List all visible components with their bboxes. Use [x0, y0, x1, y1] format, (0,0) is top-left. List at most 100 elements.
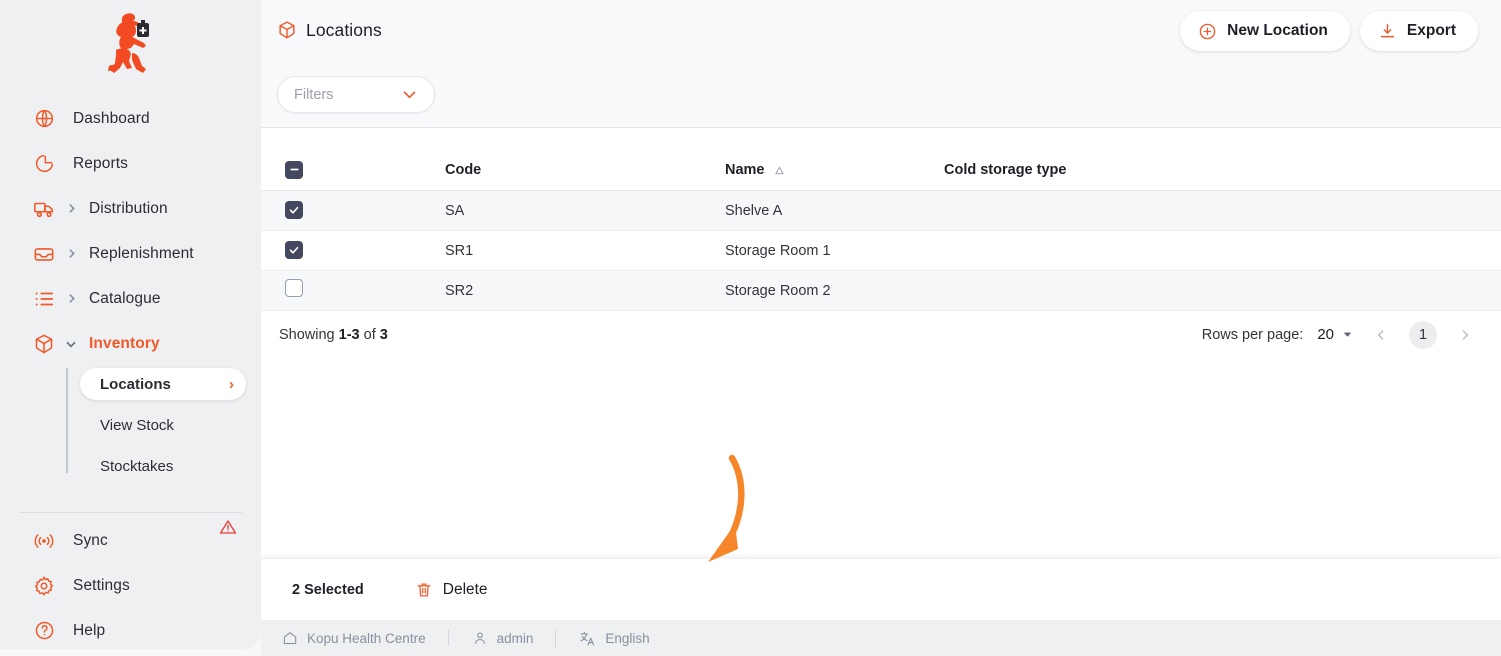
status-footer: Kopu Health Centre admin English [261, 620, 1501, 656]
sidebar-item-view-stock[interactable]: View Stock [80, 409, 246, 441]
row-checkbox[interactable] [285, 279, 303, 297]
sidebar-item-label: Reports [73, 154, 128, 172]
footer-language[interactable]: English [555, 629, 671, 647]
sidebar-item-label: Catalogue [89, 289, 161, 307]
sidebar-item-label: Dashboard [73, 109, 150, 127]
page-title: Locations [306, 19, 382, 40]
table-row[interactable]: SR1 Storage Room 1 [261, 231, 1501, 271]
sidebar-divider [19, 512, 242, 513]
gear-icon [32, 574, 56, 598]
select-all-cell [261, 160, 445, 191]
inbox-icon [32, 242, 56, 266]
rows-per-page-label: Rows per page: [1201, 326, 1304, 343]
column-label: Name [725, 162, 765, 178]
new-location-button[interactable]: New Location [1180, 11, 1350, 51]
pagination-bar: Showing 1-3 of 3 Rows per page: 20 1 [261, 311, 1501, 358]
delete-button[interactable]: Delete [415, 581, 488, 599]
chevron-right-icon [63, 292, 79, 305]
rows-per-page-select[interactable]: 20 [1317, 326, 1353, 343]
column-label: Code [445, 162, 482, 178]
chevron-down-icon [63, 337, 79, 351]
selection-action-bar: 2 Selected Delete [261, 559, 1501, 620]
inventory-submenu: Locations › View Stock Stocktakes [0, 368, 261, 482]
sidebar-item-label: Stocktakes [100, 457, 174, 475]
footer-store[interactable]: Kopu Health Centre [282, 630, 448, 646]
box-icon [277, 20, 297, 40]
sidebar-item-sync[interactable]: Sync [0, 518, 261, 563]
footer-store-label: Kopu Health Centre [307, 630, 426, 646]
sidebar-item-help[interactable]: Help [0, 608, 261, 653]
header-actions: New Location Export [1180, 11, 1478, 51]
showing-prefix: Showing [279, 326, 335, 343]
cell-code: SR1 [445, 242, 474, 259]
annotation-arrow [708, 454, 745, 562]
submenu-rail [66, 368, 68, 473]
chevron-right-icon [63, 247, 79, 260]
question-circle-icon [32, 619, 56, 643]
chevron-right-icon [63, 202, 79, 215]
row-select-cell [261, 240, 445, 261]
sidebar-item-inventory[interactable]: Inventory [0, 321, 261, 366]
app-logo [0, 0, 261, 86]
sidebar-item-label: Distribution [89, 199, 168, 217]
sidebar-item-label: View Stock [100, 416, 174, 434]
column-header-code[interactable]: Code [445, 162, 725, 190]
sidebar-item-reports[interactable]: Reports [0, 141, 261, 186]
list-icon [32, 287, 56, 311]
table-row[interactable]: SA Shelve A [261, 191, 1501, 231]
cell-name: Storage Room 2 [725, 282, 831, 299]
selected-count-label: 2 Selected [292, 581, 364, 598]
sidebar-item-label: Help [73, 621, 106, 639]
pie-chart-icon [32, 152, 56, 176]
globe-icon [32, 107, 56, 131]
footer-language-label: English [605, 630, 650, 646]
cell-name: Storage Room 1 [725, 242, 831, 259]
sort-ascending-icon [774, 165, 785, 176]
translate-icon [579, 630, 596, 647]
filters-dropdown[interactable]: Filters [277, 76, 435, 113]
showing-total: 3 [379, 326, 388, 343]
sidebar-item-distribution[interactable]: Distribution [0, 186, 261, 231]
export-button[interactable]: Export [1359, 11, 1478, 51]
filters-row: Filters [277, 76, 435, 113]
row-select-cell [261, 200, 445, 221]
truck-icon [32, 197, 56, 221]
column-header-name[interactable]: Name [725, 162, 944, 190]
sidebar-item-stocktakes[interactable]: Stocktakes [80, 450, 246, 482]
next-page-button[interactable] [1451, 321, 1479, 349]
sidebar-item-label: Settings [73, 576, 130, 594]
sidebar-item-label: Locations [100, 375, 171, 393]
cell-code: SA [445, 202, 465, 219]
rows-per-page-value: 20 [1317, 326, 1334, 343]
column-label: Cold storage type [944, 162, 1067, 178]
sidebar: Dashboard Reports Distribution Replenish… [0, 0, 261, 649]
plus-circle-icon [1198, 22, 1217, 41]
page-header: Locations New Location Export Filters [261, 0, 1501, 128]
row-checkbox[interactable] [285, 240, 303, 259]
page-number-1[interactable]: 1 [1409, 320, 1437, 349]
sidebar-item-dashboard[interactable]: Dashboard [0, 96, 261, 141]
sidebar-item-label: Replenishment [89, 244, 194, 262]
running-pharmacist-logo [107, 13, 149, 73]
trash-icon [415, 581, 433, 599]
sidebar-item-settings[interactable]: Settings [0, 563, 261, 608]
row-checkbox[interactable] [285, 200, 303, 219]
sidebar-item-catalogue[interactable]: Catalogue [0, 276, 261, 321]
download-icon [1378, 22, 1397, 41]
pagination-controls: Rows per page: 20 1 [1201, 320, 1501, 349]
select-all-checkbox[interactable] [285, 160, 303, 179]
footer-user[interactable]: admin [447, 630, 556, 646]
column-header-cold-storage-type[interactable]: Cold storage type [944, 162, 1501, 190]
sidebar-item-replenishment[interactable]: Replenishment [0, 231, 261, 276]
filters-label: Filters [294, 86, 334, 103]
chevron-down-icon [401, 86, 418, 103]
prev-page-button[interactable] [1367, 321, 1395, 349]
main-content: Locations New Location Export Filters Co… [261, 0, 1501, 656]
broadcast-icon [32, 529, 56, 553]
table-row[interactable]: SR2 Storage Room 2 [261, 271, 1501, 311]
sidebar-item-locations[interactable]: Locations › [80, 368, 246, 400]
cell-code: SR2 [445, 282, 474, 299]
chevron-right-icon: › [229, 375, 234, 393]
chevron-down-icon [1342, 329, 1353, 340]
box-icon [32, 332, 56, 356]
